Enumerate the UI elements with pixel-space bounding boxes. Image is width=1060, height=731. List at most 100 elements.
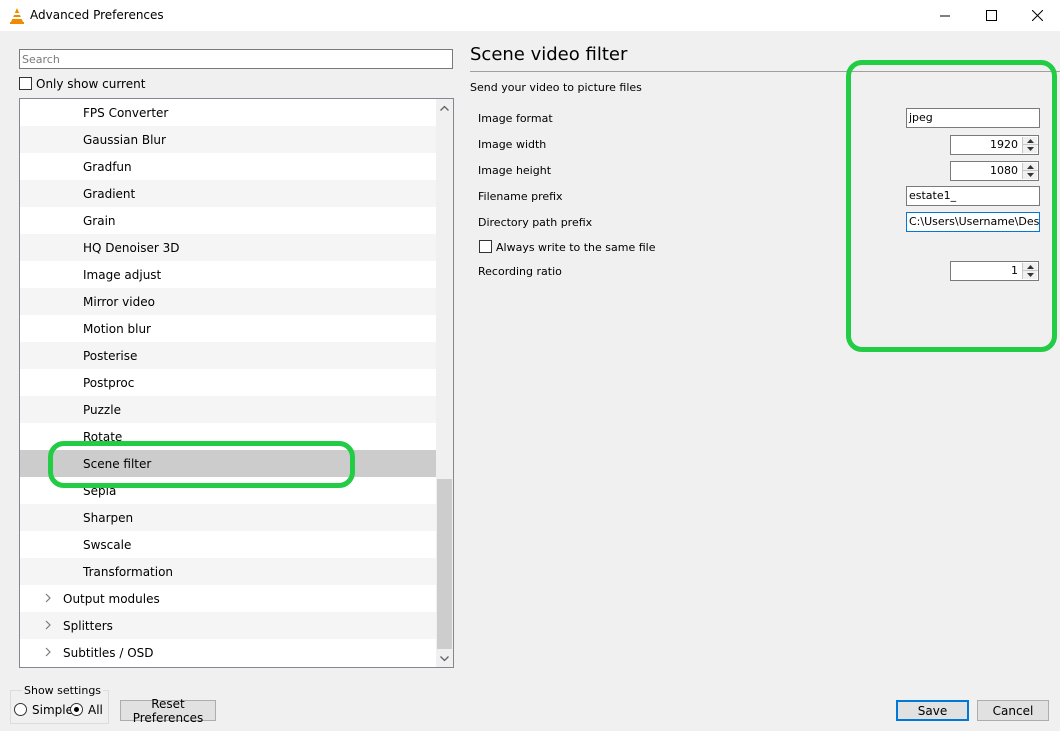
tree-item-label: Splitters bbox=[63, 618, 113, 633]
tree-item-label: HQ Denoiser 3D bbox=[83, 240, 180, 255]
tree-item-label: Mirror video bbox=[83, 294, 155, 309]
search-input[interactable] bbox=[19, 49, 453, 69]
title-bar: Advanced Preferences bbox=[0, 0, 1060, 31]
panel-title: Scene video filter bbox=[470, 44, 628, 65]
tree-item-label: Rotate bbox=[83, 429, 123, 444]
tree-item[interactable]: Swscale bbox=[20, 531, 436, 558]
tree-item[interactable]: Mirror video bbox=[20, 288, 436, 315]
recording-ratio-stepper bbox=[1022, 263, 1038, 279]
image-format-field[interactable]: jpeg bbox=[906, 108, 1040, 128]
minimize-icon bbox=[940, 15, 950, 16]
spin-up-icon[interactable] bbox=[1023, 137, 1038, 145]
image-height-value: 1080 bbox=[990, 164, 1018, 177]
spin-down-icon[interactable] bbox=[1023, 145, 1038, 153]
always-write-same-file-checkbox[interactable] bbox=[479, 240, 492, 253]
tree-item-label: Swscale bbox=[83, 537, 132, 552]
save-button[interactable]: Save bbox=[896, 700, 969, 721]
image-width-stepper bbox=[1022, 137, 1038, 153]
tree-item-label: Output modules bbox=[63, 591, 160, 606]
image-width-label: Image width bbox=[478, 138, 547, 151]
minimize-button[interactable] bbox=[922, 0, 968, 31]
tree-item[interactable]: Sharpen bbox=[20, 504, 436, 531]
cancel-button[interactable]: Cancel bbox=[977, 700, 1049, 721]
tree-item-label: Scene filter bbox=[83, 456, 152, 471]
tree-item[interactable]: Output modules bbox=[20, 585, 436, 612]
show-settings-title: Show settings bbox=[22, 684, 104, 697]
tree-item[interactable]: Gradfun bbox=[20, 153, 436, 180]
panel-description: Send your video to picture files bbox=[470, 81, 642, 94]
tree-item-label: Postproc bbox=[83, 375, 135, 390]
filename-prefix-field[interactable]: estate1_ bbox=[906, 186, 1040, 206]
directory-path-prefix-field[interactable]: C:\Users\Username\Desktop bbox=[906, 212, 1040, 232]
tree-item[interactable]: Posterise bbox=[20, 342, 436, 369]
tree-item[interactable]: FPS Converter bbox=[20, 99, 436, 126]
tree-item-label: Gradient bbox=[83, 186, 136, 201]
chevron-right-icon[interactable] bbox=[45, 593, 51, 603]
tree-item[interactable]: Subtitles / OSD bbox=[20, 639, 436, 666]
spin-down-icon[interactable] bbox=[1023, 171, 1038, 179]
chevron-right-icon[interactable] bbox=[45, 647, 51, 657]
scrollbar-thumb[interactable] bbox=[437, 479, 452, 649]
tree-item[interactable]: Postproc bbox=[20, 369, 436, 396]
recording-ratio-value: 1 bbox=[1011, 264, 1018, 277]
simple-radio[interactable] bbox=[14, 703, 27, 716]
tree-item[interactable]: Puzzle bbox=[20, 396, 436, 423]
tree-item-label: Gaussian Blur bbox=[83, 132, 166, 147]
chevron-down-icon bbox=[440, 655, 449, 661]
image-width-spinbox[interactable]: 1920 bbox=[950, 135, 1039, 155]
recording-ratio-label: Recording ratio bbox=[478, 265, 562, 278]
spin-up-icon[interactable] bbox=[1023, 263, 1038, 271]
tree-item-label: Puzzle bbox=[83, 402, 121, 417]
tree-item-label: Posterise bbox=[83, 348, 138, 363]
chevron-right-icon[interactable] bbox=[45, 620, 51, 630]
simple-radio-label: Simple bbox=[32, 703, 73, 717]
tree-item[interactable]: Grain bbox=[20, 207, 436, 234]
all-radio-label: All bbox=[88, 703, 103, 717]
close-icon bbox=[1031, 10, 1043, 21]
tree-item[interactable]: Gaussian Blur bbox=[20, 126, 436, 153]
recording-ratio-spinbox[interactable]: 1 bbox=[950, 261, 1039, 281]
tree-item-label: Motion blur bbox=[83, 321, 151, 336]
filename-prefix-label: Filename prefix bbox=[478, 190, 563, 203]
scroll-up-button[interactable] bbox=[436, 99, 453, 116]
tree-item-label: Gradfun bbox=[83, 159, 132, 174]
close-button[interactable] bbox=[1014, 0, 1060, 31]
chevron-up-icon bbox=[440, 105, 449, 111]
tree-scrollbar[interactable] bbox=[436, 99, 453, 667]
tree-item[interactable]: Rotate bbox=[20, 423, 436, 450]
tree-item[interactable]: Motion blur bbox=[20, 315, 436, 342]
window-title: Advanced Preferences bbox=[30, 8, 164, 22]
all-radio[interactable] bbox=[70, 703, 83, 716]
maximize-icon bbox=[985, 10, 997, 21]
tree-item-label: FPS Converter bbox=[83, 105, 169, 120]
image-format-label: Image format bbox=[478, 112, 553, 125]
tree-item[interactable]: Splitters bbox=[20, 612, 436, 639]
preferences-tree[interactable]: FPS Converter Gaussian Blur Gradfun Gradien… bbox=[19, 98, 454, 668]
always-write-same-file-label: Always write to the same file bbox=[496, 241, 656, 254]
spin-up-icon[interactable] bbox=[1023, 163, 1038, 171]
tree-item[interactable]: Image adjust bbox=[20, 261, 436, 288]
tree-item-label: Sharpen bbox=[83, 510, 134, 525]
settings-highlight bbox=[846, 60, 1057, 352]
maximize-button[interactable] bbox=[968, 0, 1014, 31]
tree-item[interactable]: Gradient bbox=[20, 180, 436, 207]
tree-item-label: Image adjust bbox=[83, 267, 162, 282]
tree-item[interactable]: Transformation bbox=[20, 558, 436, 585]
tree-item[interactable]: HQ Denoiser 3D bbox=[20, 234, 436, 261]
tree-item-label: Sepia bbox=[83, 483, 117, 498]
directory-path-prefix-label: Directory path prefix bbox=[478, 216, 593, 229]
vlc-cone-icon bbox=[10, 8, 24, 24]
only-show-current-checkbox[interactable] bbox=[19, 77, 32, 90]
image-height-spinbox[interactable]: 1080 bbox=[950, 161, 1039, 181]
image-width-value: 1920 bbox=[990, 138, 1018, 151]
scroll-down-button[interactable] bbox=[436, 650, 453, 667]
spin-down-icon[interactable] bbox=[1023, 271, 1038, 279]
only-show-current-label: Only show current bbox=[36, 77, 146, 91]
tree-item[interactable]: Sepia bbox=[20, 477, 436, 504]
reset-preferences-button[interactable]: Reset Preferences bbox=[120, 697, 216, 725]
panel-divider bbox=[470, 71, 1060, 72]
tree-item[interactable]: Scene filter bbox=[20, 450, 436, 477]
tree-item-label: Transformation bbox=[83, 564, 174, 579]
tree-item-label: Grain bbox=[83, 213, 116, 228]
tree-item-label: Subtitles / OSD bbox=[63, 645, 154, 660]
